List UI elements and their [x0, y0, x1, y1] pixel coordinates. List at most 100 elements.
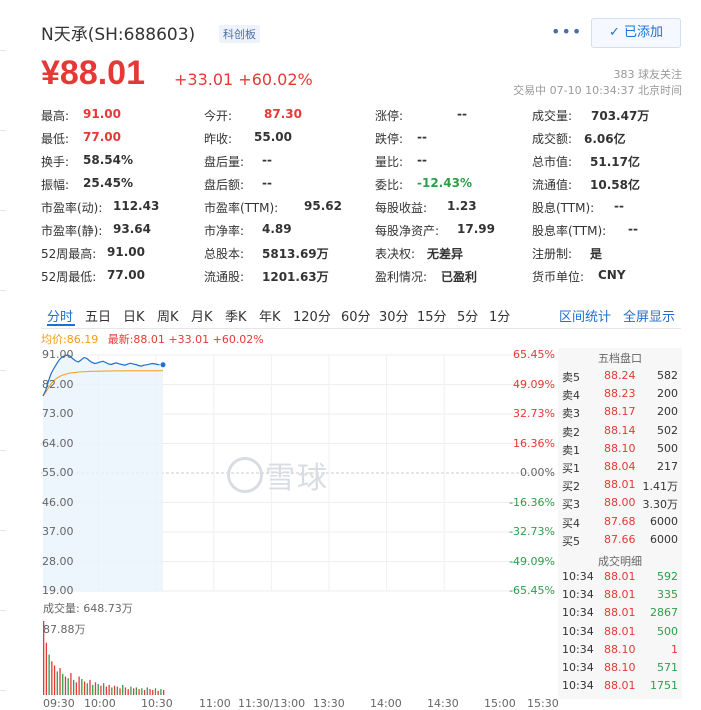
volume-bar: [51, 661, 53, 695]
volume-bar: [78, 676, 80, 695]
ask-row: 卖5 88.24 582: [558, 369, 682, 386]
volume-bar: [56, 671, 58, 695]
quote-value: 95.62: [304, 199, 342, 213]
tab-10[interactable]: 15分: [417, 306, 447, 325]
quote-label: 每股净资产:: [375, 224, 440, 238]
tab-4[interactable]: 月K: [191, 306, 213, 325]
stock-name: N天承(SH:688603): [41, 25, 196, 45]
intraday-chart[interactable]: 雪球 91.00 65.45% 82.00 49.09% 73.00 32.73% 64.0…: [41, 345, 556, 600]
level-label: 买1: [562, 462, 580, 475]
quote-value: 1.23: [447, 199, 477, 213]
bid-row: 买2 88.01 1.41万: [558, 478, 682, 495]
y-tick-label: 19.00: [42, 584, 74, 597]
quote-label: 注册制:: [532, 247, 573, 261]
volume-bar: [105, 686, 108, 695]
trade-price: 88.01: [604, 624, 636, 638]
tab-5[interactable]: 季K: [225, 306, 247, 325]
quote-label: 表决权:: [375, 247, 416, 261]
fullscreen-link[interactable]: 全屏显示: [623, 306, 675, 325]
follower-count[interactable]: 383 球友关注: [614, 66, 683, 82]
quote-label: 量比:: [375, 155, 404, 169]
level-price: 87.68: [604, 514, 636, 528]
time-tick-label: 11:00: [199, 697, 231, 710]
time-tick-label: 09:30: [43, 697, 75, 710]
level-volume: 217: [657, 460, 678, 473]
volume-bar: [59, 668, 61, 695]
trade-row: 10:34 88.10 1: [558, 643, 682, 660]
level-price: 88.10: [604, 441, 636, 455]
ask-row: 卖2 88.14 502: [558, 424, 682, 441]
volume-bar: [122, 684, 124, 695]
volume-bar: [146, 687, 148, 695]
quote-value: 10.58亿: [590, 178, 640, 192]
volume-bar: [141, 688, 143, 695]
board-tag[interactable]: 科创板: [219, 25, 260, 43]
quote-value: 93.64: [113, 222, 151, 236]
level-volume: 582: [657, 369, 678, 382]
level-label: 买2: [562, 480, 580, 494]
level-price: 88.17: [604, 405, 636, 419]
left-tick: [0, 50, 6, 51]
trade-time: 10:34: [562, 642, 594, 656]
volume-bar: [73, 679, 75, 695]
left-tick: [0, 370, 6, 371]
tab-1[interactable]: 五日: [85, 306, 111, 325]
price-change: +33.01 +60.02%: [174, 70, 313, 89]
left-tick: [0, 130, 6, 131]
level-volume: 200: [657, 387, 678, 401]
volume-bar: [152, 689, 154, 695]
volume-bar: [143, 689, 146, 695]
tab-6[interactable]: 年K: [259, 306, 281, 325]
follow-button[interactable]: ✓ 已添加: [591, 18, 681, 48]
more-button[interactable]: •••: [551, 22, 582, 41]
tab-2[interactable]: 日K: [123, 306, 145, 325]
level-price: 88.04: [604, 460, 636, 473]
tab-11[interactable]: 5分: [457, 306, 478, 325]
tab-12[interactable]: 1分: [489, 306, 510, 325]
level-price: 88.23: [604, 387, 636, 401]
bid-row: 买3 88.00 3.30万: [558, 496, 682, 513]
order-book-title: 五档盘口: [598, 352, 642, 365]
quote-label: 今开:: [204, 109, 233, 123]
volume-bar: [48, 654, 50, 695]
volume-bar: [130, 686, 132, 695]
range-stats-link[interactable]: 区间统计: [559, 306, 611, 325]
quote-label: 股息率(TTM):: [532, 224, 607, 238]
volume-bar: [94, 682, 97, 695]
trade-time: 10:34: [562, 606, 594, 620]
time-tick-label: 13:30: [313, 697, 345, 710]
trade-volume: 335: [657, 588, 678, 602]
volume-bar: [83, 681, 86, 695]
quote-value: --: [417, 130, 427, 144]
ask-row: 卖1 88.10 500: [558, 442, 682, 459]
trade-volume: 571: [657, 661, 678, 674]
quote-value: 5813.69万: [262, 247, 329, 261]
trade-time: 10:34: [562, 661, 594, 674]
tab-8[interactable]: 60分: [341, 306, 371, 325]
trade-row: 10:34 88.01 500: [558, 625, 682, 642]
level-volume: 1.41万: [642, 480, 679, 494]
tab-9[interactable]: 30分: [379, 306, 409, 325]
pct-tick-label: 65.45%: [513, 348, 555, 361]
volume-bar: [135, 687, 138, 695]
time-tick-label: 14:00: [370, 697, 402, 710]
trade-volume: 592: [657, 570, 678, 583]
volume-bar: [89, 679, 91, 695]
time-tick-label: 10:30: [141, 697, 173, 710]
left-tick: [0, 610, 6, 611]
quote-value: -12.43%: [417, 176, 472, 190]
tab-0[interactable]: 分时: [47, 306, 73, 325]
trade-time: 10:34: [562, 679, 594, 693]
quote-label: 52周最高:: [41, 247, 97, 261]
volume-bar: [103, 683, 105, 695]
tab-3[interactable]: 周K: [157, 306, 179, 325]
quote-label: 市盈率(动):: [41, 201, 103, 215]
volume-chart[interactable]: [41, 617, 556, 695]
ask-row: 卖4 88.23 200: [558, 387, 682, 404]
volume-bar: [108, 684, 110, 695]
quote-label: 52周最低:: [41, 270, 97, 284]
pct-tick-label: -65.45%: [509, 584, 555, 597]
trade-volume: 1751: [650, 679, 678, 693]
tab-7[interactable]: 120分: [293, 306, 331, 325]
level-volume: 3.30万: [642, 498, 679, 512]
